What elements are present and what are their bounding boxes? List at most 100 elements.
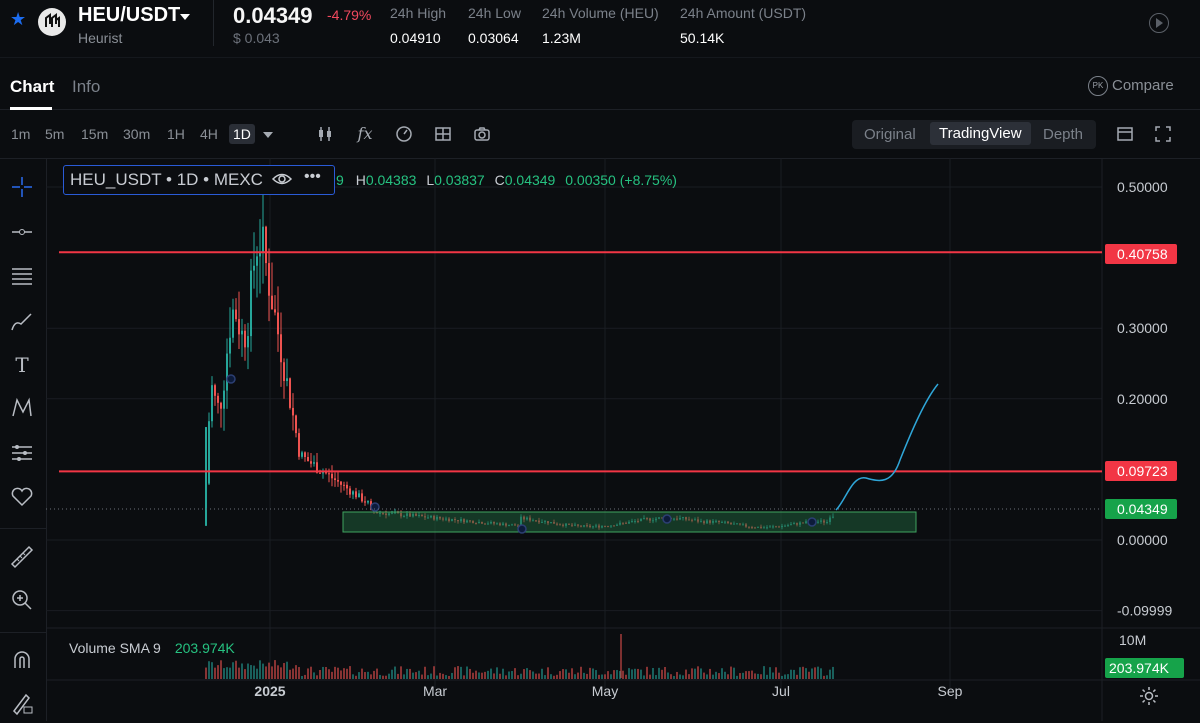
volume-bar <box>433 666 435 679</box>
interval-5m[interactable]: 5m <box>45 126 64 142</box>
projection-curve <box>835 383 939 511</box>
volume-bar <box>358 672 360 679</box>
volume-bar <box>583 672 585 679</box>
drawing-toolbar: T <box>0 158 47 721</box>
marker-dot <box>517 524 527 534</box>
volume-bar <box>688 674 690 679</box>
volume-bar <box>820 668 822 679</box>
volume-bar <box>532 671 534 679</box>
candle-body <box>211 385 213 422</box>
volume-bar <box>802 666 804 679</box>
candle-body <box>328 473 330 475</box>
crosshair-icon[interactable] <box>9 174 35 200</box>
settings-gear-icon[interactable] <box>1139 686 1159 711</box>
more-icon[interactable]: ••• <box>304 168 321 186</box>
candle-type-icon[interactable] <box>316 125 334 143</box>
volume-bar <box>223 668 225 679</box>
text-tool-icon[interactable]: T <box>9 352 35 378</box>
camera-icon[interactable] <box>473 125 491 143</box>
volume-bar <box>682 675 684 679</box>
pair-dropdown-icon[interactable] <box>180 14 190 20</box>
volume-bar <box>265 666 267 679</box>
eye-icon[interactable] <box>271 170 293 193</box>
pattern-icon[interactable] <box>9 395 35 421</box>
ohlc-change: 0.00350 (+8.75%) <box>565 172 677 188</box>
interval-dropdown-icon[interactable] <box>263 132 273 138</box>
volume-bar <box>514 668 516 679</box>
price-chart[interactable]: 0.50000 0.30000 0.20000 0.00000 -0.09999 2025… <box>46 158 1200 721</box>
volume-bar <box>316 675 318 679</box>
volume-bar <box>361 668 363 679</box>
stat-label-volume: 24h Volume (HEU) <box>542 5 659 21</box>
favorite-star-icon[interactable]: ★ <box>10 10 28 28</box>
volume-bar <box>412 672 414 679</box>
stat-value-low: 0.03064 <box>468 30 519 46</box>
projection-icon[interactable] <box>9 440 35 466</box>
interval-1m[interactable]: 1m <box>11 126 30 142</box>
indicators-icon[interactable]: fx <box>356 125 374 143</box>
candle-body <box>295 415 297 434</box>
volume-label: Volume SMA 9 <box>69 640 161 656</box>
candle-body <box>292 407 294 416</box>
volume-bar <box>217 665 219 679</box>
volume-bar <box>397 673 399 679</box>
candle-body <box>301 452 303 457</box>
tab-chart[interactable]: Chart <box>10 77 54 110</box>
interval-30m[interactable]: 30m <box>123 126 150 142</box>
interval-1h[interactable]: 1H <box>167 126 185 142</box>
volume-bar <box>727 674 729 679</box>
divider <box>0 528 46 529</box>
candle-body <box>250 270 252 337</box>
brush-icon[interactable] <box>9 308 35 334</box>
volume-bar <box>424 666 426 679</box>
tab-info[interactable]: Info <box>72 77 100 97</box>
volume-bar <box>403 674 405 679</box>
volume-bar <box>442 673 444 679</box>
volume-bar <box>373 670 375 679</box>
gauge-icon[interactable] <box>395 125 413 143</box>
price-axis: 0.50000 0.30000 0.20000 0.00000 -0.09999 2025… <box>254 179 1184 699</box>
ruler-icon[interactable] <box>9 544 35 570</box>
volume-bar <box>814 667 816 679</box>
volume-bar <box>691 668 693 679</box>
volume-bar <box>784 674 786 679</box>
symbol-legend-title: HEU_USDT • 1D • MEXC <box>70 170 263 189</box>
volume-bar <box>244 669 246 679</box>
view-depth[interactable]: Depth <box>1043 126 1083 143</box>
magnet-icon[interactable] <box>9 648 35 674</box>
interval-15m[interactable]: 15m <box>81 126 108 142</box>
y-tick-label: -0.09999 <box>1117 603 1172 619</box>
volume-bar <box>499 673 501 679</box>
candle-body <box>298 433 300 457</box>
volume-bar <box>517 675 519 679</box>
volume-bar <box>667 672 669 679</box>
symbol-legend[interactable]: HEU_USDT • 1D • MEXC ••• <box>63 165 335 195</box>
layout-icon[interactable] <box>434 125 452 143</box>
stat-label-amount: 24h Amount (USDT) <box>680 5 807 21</box>
volume-bar <box>808 671 810 679</box>
fullscreen-icon[interactable] <box>1154 125 1172 143</box>
lock-draw-icon[interactable] <box>9 690 35 716</box>
interval-4h[interactable]: 4H <box>200 126 218 142</box>
volume-bar <box>571 668 573 679</box>
candle-body <box>346 484 348 489</box>
volume-bar <box>280 667 282 679</box>
volume-bar <box>607 671 609 679</box>
candle-body <box>208 421 210 484</box>
pair-title[interactable]: HEU/USDT <box>78 4 180 27</box>
volume-bar <box>478 672 480 679</box>
compare-icon[interactable]: PK <box>1088 76 1108 96</box>
candle-body <box>247 336 249 348</box>
horizontal-ray-icon[interactable] <box>9 219 35 245</box>
play-icon[interactable] <box>1149 13 1169 33</box>
heart-icon[interactable] <box>9 484 35 510</box>
panel-icon[interactable] <box>1116 125 1134 143</box>
compare-button[interactable]: Compare <box>1112 77 1174 94</box>
volume-bar <box>757 673 759 679</box>
volume-bar <box>748 671 750 679</box>
interval-1d[interactable]: 1D <box>229 124 255 144</box>
view-tradingview[interactable]: TradingView <box>930 122 1031 145</box>
parallel-lines-icon[interactable] <box>9 262 35 288</box>
view-original[interactable]: Original <box>864 126 916 143</box>
zoom-icon[interactable] <box>9 587 35 613</box>
